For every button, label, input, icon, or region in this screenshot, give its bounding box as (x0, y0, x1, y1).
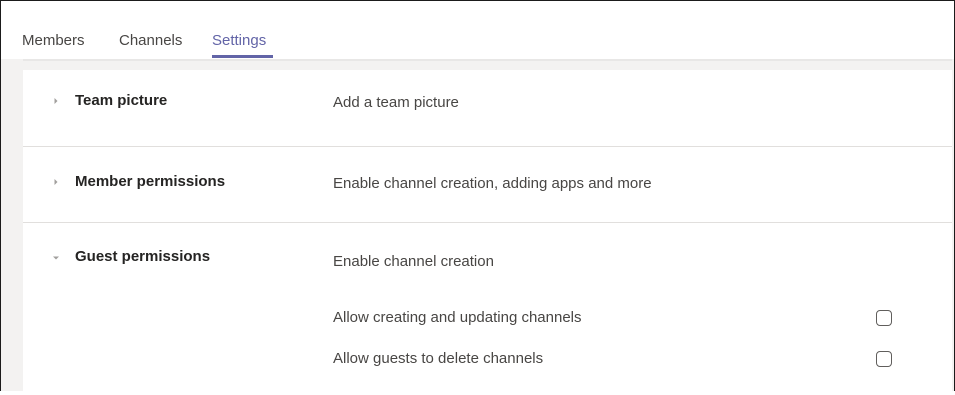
section-desc-guest-permissions: Enable channel creation (333, 253, 494, 270)
checkbox-delete-channels[interactable] (876, 351, 892, 367)
section-guest-permissions: Guest permissions Enable channel creatio… (23, 223, 952, 393)
tab-bar-divider (23, 59, 952, 61)
section-title-guest-permissions: Guest permissions (75, 248, 211, 265)
section-title-member-permissions: Member permissions (75, 173, 226, 190)
option-label-create-update-channels: Allow creating and updating channels (333, 309, 582, 326)
tab-members[interactable]: Members (22, 32, 85, 50)
chevron-down-icon[interactable] (51, 253, 61, 263)
section-desc-team-picture: Add a team picture (333, 94, 459, 111)
checkbox-create-update-channels[interactable] (876, 310, 892, 326)
option-label-delete-channels: Allow guests to delete channels (333, 350, 544, 367)
chevron-right-icon[interactable] (51, 96, 61, 106)
chevron-right-icon[interactable] (51, 177, 61, 187)
settings-window: Members Channels Settings Team picture A… (0, 0, 955, 395)
active-tab-indicator (212, 55, 273, 58)
section-member-permissions[interactable]: Member permissions Enable channel creati… (23, 147, 952, 222)
tab-settings[interactable]: Settings (212, 32, 266, 50)
settings-panel: Team picture Add a team picture Member p… (23, 70, 952, 395)
section-title-team-picture: Team picture (75, 92, 168, 109)
section-desc-member-permissions: Enable channel creation, adding apps and… (333, 175, 652, 192)
tab-channels[interactable]: Channels (119, 32, 182, 50)
section-team-picture[interactable]: Team picture Add a team picture (23, 70, 952, 146)
tab-bar: Members Channels Settings (1, 1, 954, 59)
